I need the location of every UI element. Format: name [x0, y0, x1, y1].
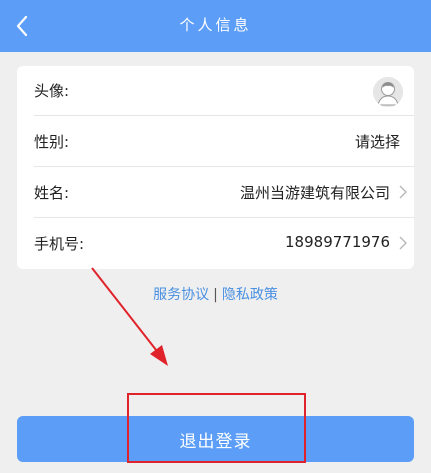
divider	[34, 217, 414, 218]
divider	[34, 115, 414, 116]
logout-button[interactable]: 退出登录	[17, 416, 414, 462]
phone-label: 手机号:	[34, 235, 85, 253]
name-label: 姓名:	[34, 184, 70, 202]
privacy-policy-link[interactable]: 隐私政策	[222, 287, 278, 303]
top-nav-bar: 个人信息	[0, 0, 431, 52]
link-separator: |	[213, 287, 218, 303]
phone-value: 18989771976	[285, 233, 390, 251]
chevron-right-icon	[399, 236, 407, 250]
avatar-label: 头像:	[34, 82, 70, 100]
avatar-row[interactable]: 头像:	[17, 66, 414, 116]
gender-label: 性别:	[34, 133, 70, 151]
name-row[interactable]: 姓名: 温州当游建筑有限公司	[17, 168, 414, 218]
page-title: 个人信息	[179, 16, 252, 34]
gender-value: 请选择	[354, 133, 400, 151]
phone-row[interactable]: 手机号: 18989771976	[17, 219, 414, 269]
gender-row[interactable]: 性别: 请选择	[17, 117, 414, 167]
default-avatar-icon[interactable]	[373, 77, 403, 107]
agreement-links: 服务协议 | 隐私政策	[0, 284, 431, 304]
profile-card: 头像: 性别: 请选择 姓名: 温州当游建筑有限公司 手机号: 18989771…	[17, 66, 414, 269]
chevron-right-icon	[399, 185, 407, 199]
name-value: 温州当游建筑有限公司	[239, 184, 390, 202]
service-agreement-link[interactable]: 服务协议	[153, 287, 209, 303]
divider	[34, 166, 414, 167]
